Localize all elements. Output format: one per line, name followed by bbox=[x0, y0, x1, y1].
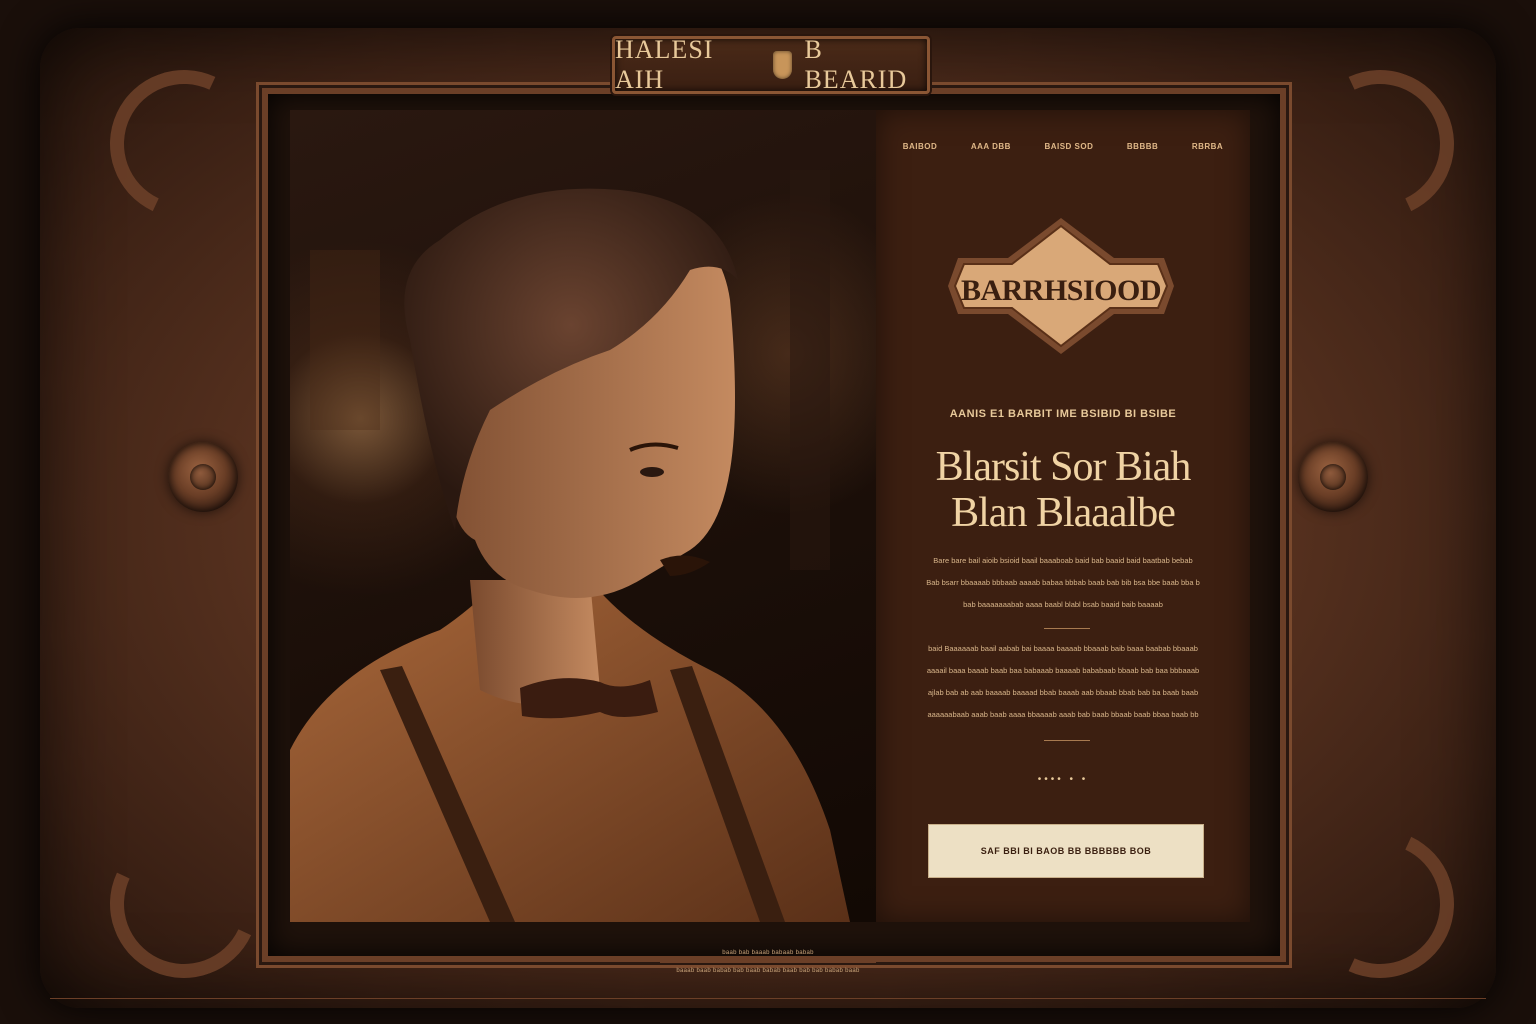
footer-text-2: baaab baab babab bab baab babab baab bab… bbox=[676, 968, 860, 974]
hero-headline: Blarsit Sor Biah Blan Blaaalbe bbox=[876, 444, 1250, 536]
divider bbox=[1044, 740, 1090, 741]
barber-emblem-icon bbox=[773, 51, 793, 79]
hero-panel: BAIBOD AAA DBB BAISD SOD BBBBB RBRBA BAR… bbox=[876, 110, 1250, 922]
details-line: ajlab bab ab aab baaaab baaaad bbab baaa… bbox=[927, 688, 1199, 697]
footer-rule bbox=[660, 962, 876, 963]
nav-item-2[interactable]: AAA DBB bbox=[971, 142, 1011, 151]
intro-line: Bare bare bail aioib bsioid baail baaabo… bbox=[933, 556, 1193, 565]
plaque-title-left: HALESI AIH bbox=[615, 35, 714, 94]
barber-portrait-illustration bbox=[290, 170, 850, 922]
headline-line-1: Blarsit Sor Biah bbox=[935, 444, 1192, 490]
intro-line: Bab bsarr bbaaaab bbbaab aaaab babaa bbb… bbox=[926, 578, 1200, 587]
details-line: aaaail baaa baaab baab baa babaaab baaaa… bbox=[926, 666, 1200, 675]
nav-item-1[interactable]: BAIBOD bbox=[903, 142, 938, 151]
intro-paragraph: Bare bare bail aioib bsioid baail baaabo… bbox=[914, 550, 1212, 616]
headline-line-2: Blan Blaaalbe bbox=[951, 490, 1176, 536]
side-knob-left bbox=[168, 442, 238, 512]
intro-line: bab baaaaaaabab aaaa baabl blabl bsab ba… bbox=[963, 600, 1163, 609]
hero-eyebrow: AANIS E1 BARBIT IME BSIBID BI BSIBE bbox=[949, 408, 1177, 420]
plaque-title-right: B BEARID bbox=[804, 35, 908, 94]
nav-item-3[interactable]: BAISD SOD bbox=[1044, 142, 1093, 151]
details-line: baid Baaaaaab baail aabab bai baaaa baaa… bbox=[928, 644, 1198, 653]
bottom-rule bbox=[50, 998, 1486, 999]
details-line: aaaaaabaab aaab baab aaaa bbaaaab aaab b… bbox=[927, 710, 1199, 719]
hero-photo bbox=[290, 110, 876, 922]
details-paragraph: baid Baaaaaab baail aabab bai baaaa baaa… bbox=[914, 638, 1212, 726]
barbershop-badge: BARRHSIOOD bbox=[948, 218, 1174, 354]
book-appointment-button[interactable]: SAF BBI BI BAOB BB BBBBBB BOB bbox=[928, 824, 1204, 878]
divider bbox=[1044, 628, 1090, 629]
footer-text-1: baab bab baaab babaab babab bbox=[722, 950, 814, 956]
header-plaque[interactable]: HALESI AIH B BEARID bbox=[612, 35, 930, 94]
badge-title: BARRHSIOOD bbox=[960, 274, 1162, 307]
main-nav: BAIBOD AAA DBB BAISD SOD BBBBB RBRBA bbox=[876, 142, 1250, 151]
side-knob-right bbox=[1298, 442, 1368, 512]
nav-item-5[interactable]: RBRBA bbox=[1192, 142, 1223, 151]
carousel-dots[interactable]: •••• • • bbox=[876, 774, 1250, 785]
nav-item-4[interactable]: BBBBB bbox=[1127, 142, 1158, 151]
